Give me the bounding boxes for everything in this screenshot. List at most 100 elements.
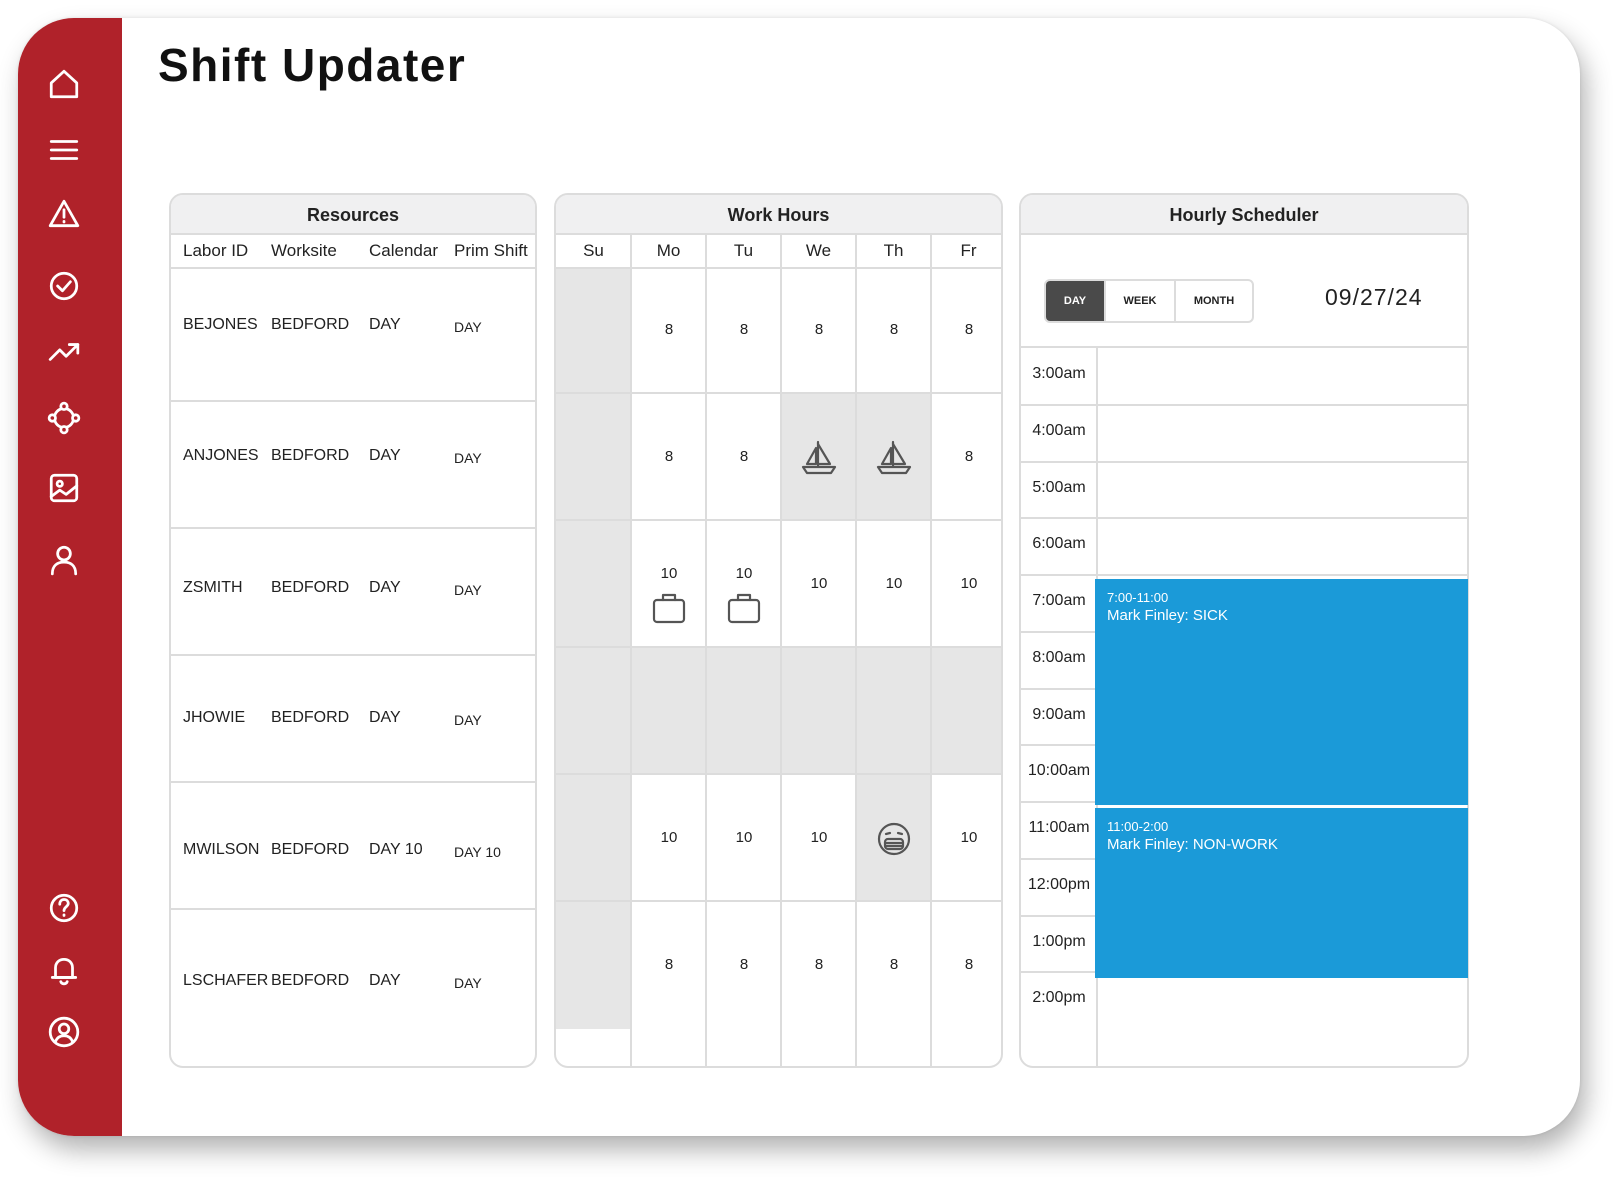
off-day-cell[interactable] (556, 775, 631, 902)
time-slot-label: 3:00am (1032, 365, 1086, 382)
sailboat-icon[interactable] (874, 438, 914, 478)
grid-top-divider (1021, 346, 1467, 348)
worksite-cell: BEDFORD (271, 709, 350, 726)
event-label: Mark Finley: SICK (1107, 607, 1228, 624)
hours-value[interactable]: 8 (706, 448, 782, 465)
hours-value[interactable]: 8 (856, 956, 932, 973)
day-header: Tu (733, 241, 754, 260)
off-day-cell[interactable] (781, 648, 856, 775)
hours-value[interactable]: 8 (631, 956, 707, 973)
time-slot-label: 1:00pm (1032, 932, 1086, 950)
column-divider (780, 235, 782, 1066)
help-circle-icon[interactable] (44, 888, 84, 928)
time-slot-label: 12:00pm (1027, 875, 1091, 893)
column-divider (705, 235, 707, 1066)
hours-value[interactable]: 8 (706, 321, 782, 338)
day-header: We (805, 241, 832, 260)
calendar-cell: DAY (369, 579, 401, 596)
col-calendar: Calendar (369, 241, 438, 260)
event-time: 11:00-2:00 (1107, 819, 1169, 834)
off-day-cell[interactable] (556, 648, 631, 775)
labor-id-cell: ANJONES (183, 447, 259, 464)
hours-value[interactable]: 10 (781, 575, 857, 592)
row-divider (556, 900, 1001, 902)
row-divider (171, 527, 535, 529)
user-icon[interactable] (44, 540, 84, 580)
row-divider (171, 400, 535, 402)
hours-value[interactable]: 8 (631, 321, 707, 338)
prim-shift-cell: DAY (454, 319, 482, 335)
hours-value[interactable]: 10 (931, 575, 1001, 592)
labor-id-cell: BEJONES (183, 316, 258, 333)
off-day-cell[interactable] (556, 521, 631, 648)
resources-title: Resources (171, 195, 535, 235)
time-slot-label: 6:00am (1032, 535, 1086, 553)
hours-value[interactable]: 10 (781, 829, 857, 846)
hours-value[interactable]: 10 (706, 829, 782, 846)
off-day-cell[interactable] (556, 267, 631, 394)
worksite-cell: BEDFORD (271, 841, 350, 858)
off-day-cell[interactable] (706, 648, 781, 775)
hours-value[interactable]: 10 (856, 575, 932, 592)
schedule-event[interactable]: 11:00-2:00 Mark Finley: NON-WORK (1095, 808, 1468, 978)
hours-value[interactable]: 8 (706, 956, 782, 973)
prim-shift-cell: DAY 10 (454, 844, 501, 860)
off-day-cell[interactable] (856, 648, 931, 775)
worksite-cell: BEDFORD (271, 447, 350, 464)
hours-value[interactable]: 10 (931, 829, 1001, 846)
view-month-button[interactable]: MONTH (1176, 281, 1252, 321)
image-icon[interactable] (44, 468, 84, 508)
day-header: Fr (960, 241, 977, 260)
prim-shift-cell: DAY (454, 975, 482, 991)
calendar-cell: DAY (369, 972, 401, 989)
hours-value[interactable]: 8 (781, 956, 857, 973)
network-nodes-icon[interactable] (44, 398, 84, 438)
hours-value[interactable]: 8 (931, 448, 1001, 465)
off-day-cell[interactable] (631, 648, 706, 775)
hours-value[interactable]: 10 (631, 565, 707, 582)
col-labor-id: Labor ID (183, 241, 249, 260)
prim-shift-cell: DAY (454, 450, 482, 466)
labor-id-cell: MWILSON (183, 841, 260, 858)
time-slot-divider[interactable] (1021, 517, 1467, 520)
schedule-event[interactable]: 7:00-11:00 Mark Finley: SICK (1095, 579, 1468, 805)
hours-value[interactable]: 8 (781, 321, 857, 338)
col-worksite: Worksite (271, 241, 337, 260)
briefcase-icon[interactable] (724, 588, 764, 628)
worksite-cell: BEDFORD (271, 579, 350, 596)
hours-value[interactable]: 8 (931, 321, 1001, 338)
row-divider (171, 781, 535, 783)
time-slot-divider[interactable] (1021, 460, 1467, 463)
prim-shift-cell: DAY (454, 582, 482, 598)
trending-up-icon[interactable] (44, 332, 84, 372)
column-divider (930, 235, 932, 1066)
time-slot-divider[interactable] (1021, 403, 1467, 406)
time-slot-divider[interactable] (1021, 574, 1467, 576)
check-circle-icon[interactable] (44, 266, 84, 306)
sick-face-icon[interactable] (874, 819, 914, 859)
bell-icon[interactable] (44, 950, 84, 990)
hours-value[interactable]: 8 (631, 448, 707, 465)
sailboat-icon[interactable] (799, 438, 839, 478)
row-divider (556, 392, 1001, 394)
hours-value[interactable]: 8 (856, 321, 932, 338)
hours-value[interactable]: 8 (931, 956, 1001, 973)
account-circle-icon[interactable] (44, 1012, 84, 1052)
menu-icon[interactable] (44, 130, 84, 170)
calendar-cell: DAY (369, 447, 401, 464)
off-day-cell[interactable] (556, 902, 631, 1029)
view-day-button[interactable]: DAY (1046, 281, 1106, 321)
calendar-cell: DAY (369, 709, 401, 726)
off-day-cell[interactable] (931, 648, 1001, 775)
hours-value[interactable]: 10 (631, 829, 707, 846)
calendar-cell: DAY 10 (369, 841, 423, 858)
time-slot-label: 5:00am (1032, 478, 1086, 496)
home-icon[interactable] (44, 64, 84, 104)
off-day-cell[interactable] (556, 394, 631, 521)
alert-triangle-icon[interactable] (44, 194, 84, 234)
schedule-date: 09/27/24 (1325, 284, 1423, 310)
hours-value[interactable]: 10 (706, 565, 782, 582)
briefcase-icon[interactable] (649, 588, 689, 628)
view-week-button[interactable]: WEEK (1106, 281, 1176, 321)
column-divider (855, 235, 857, 1066)
